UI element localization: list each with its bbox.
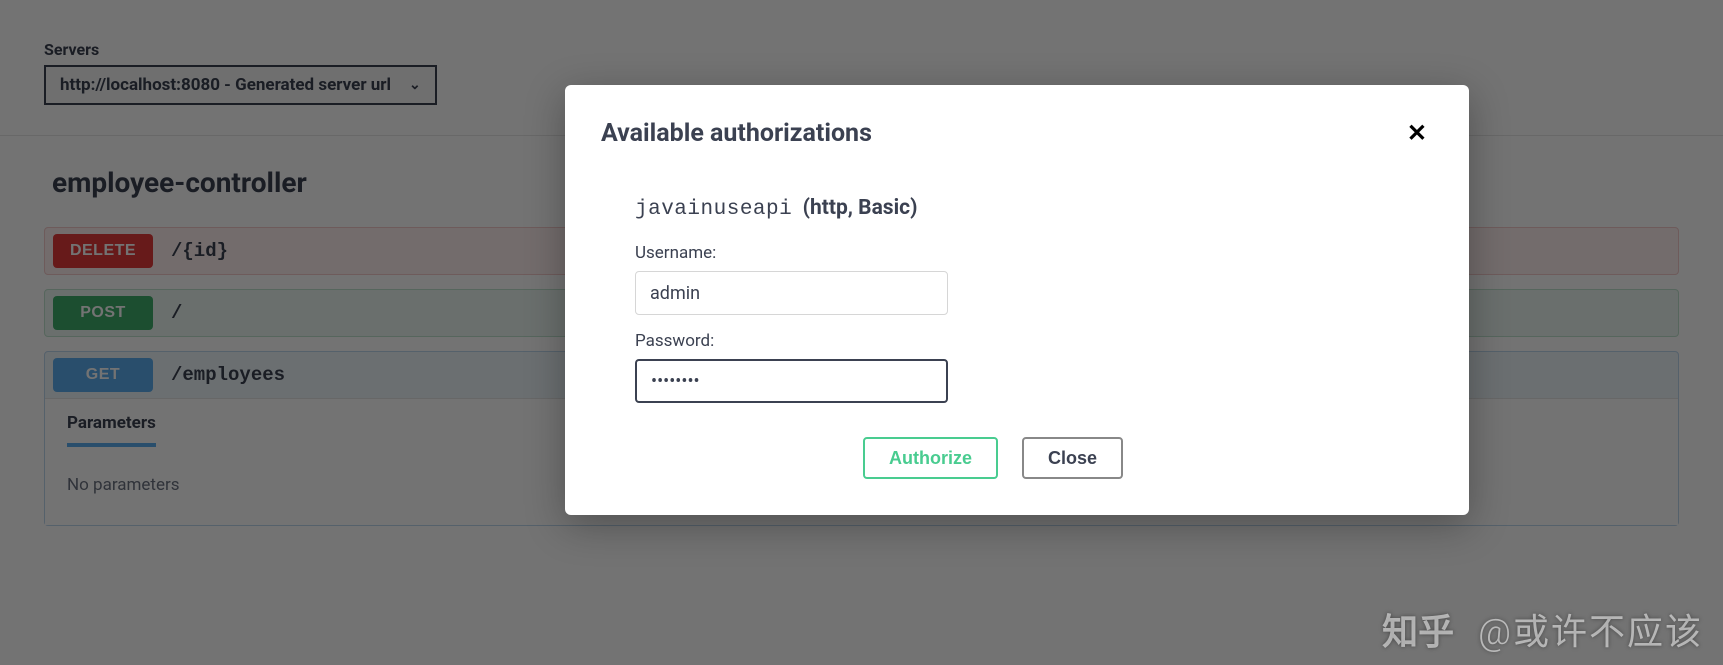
password-label: Password: xyxy=(635,331,1433,351)
auth-scheme-heading: javainuseapi (http, Basic) xyxy=(635,196,1433,221)
modal-title: Available authorizations xyxy=(601,119,872,148)
close-button[interactable]: Close xyxy=(1022,437,1123,479)
username-label: Username: xyxy=(635,243,1433,263)
authorization-modal: Available authorizations ✕ javainuseapi … xyxy=(565,85,1469,515)
authorize-button[interactable]: Authorize xyxy=(863,437,998,479)
close-icon[interactable]: ✕ xyxy=(1401,115,1433,152)
password-input[interactable] xyxy=(635,359,948,403)
auth-scheme-type: (http, Basic) xyxy=(803,196,918,220)
username-input[interactable] xyxy=(635,271,948,315)
auth-scheme-name: javainuseapi xyxy=(635,198,792,221)
